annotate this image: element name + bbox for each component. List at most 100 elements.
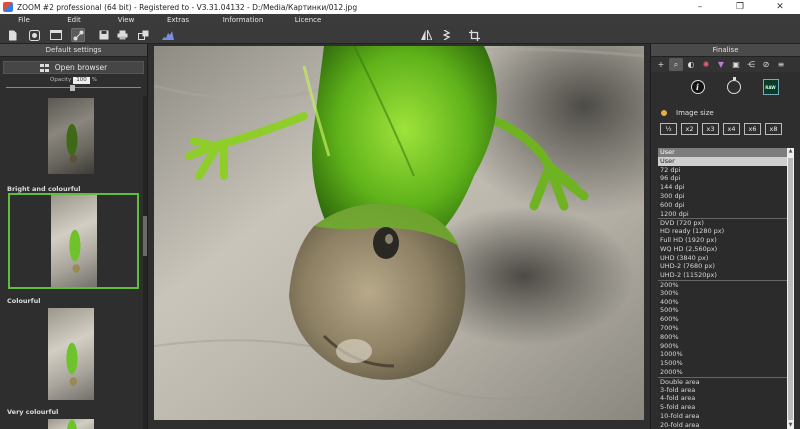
file-icon[interactable]	[5, 28, 19, 42]
size-list-item[interactable]: 800%	[658, 333, 787, 342]
preset-item-bright-and-colourful[interactable]: Bright and colourful	[0, 183, 142, 289]
size-list-item[interactable]: 10-fold area	[658, 412, 787, 421]
size-list-item[interactable]: DVD (720 px)	[658, 218, 787, 227]
preset-label: Very colourful	[7, 408, 59, 416]
preset-item-default[interactable]	[0, 96, 142, 174]
preset-list: Bright and colourful Colourful Very colo…	[0, 96, 142, 429]
size-list-item[interactable]: HD ready (1280 px)	[658, 227, 787, 236]
size-list-item[interactable]: UHD (3840 px)	[658, 254, 787, 263]
menu-view[interactable]: View	[100, 16, 152, 24]
preset-item-very-colourful[interactable]: Very colourful	[0, 406, 142, 429]
size-list-item[interactable]: 3-fold area	[658, 386, 787, 395]
size-list-item[interactable]: 200%	[658, 279, 787, 289]
crop-icon[interactable]	[467, 28, 481, 42]
filter-icon[interactable]: ▣	[729, 58, 743, 71]
print-icon[interactable]	[115, 28, 129, 42]
lizard-photo[interactable]	[154, 46, 644, 420]
size-list-item[interactable]: 1200 dpi	[658, 210, 787, 219]
size-list-item[interactable]: WQ HD (2,560px)	[658, 245, 787, 254]
menu-icon[interactable]: ≡	[774, 58, 788, 71]
selected-preset-frame[interactable]	[8, 193, 139, 289]
share-icon[interactable]: ⋲	[744, 58, 758, 71]
open-browser-button[interactable]: Open browser	[3, 61, 144, 74]
plus-icon[interactable]: +	[654, 58, 668, 71]
zoom-icon[interactable]: ⌕	[669, 58, 683, 71]
size-list-item[interactable]: 300 dpi	[658, 192, 787, 201]
finalise-toolbar: + ⌕ ◐ ✺ ▼ ▣ ⋲ ⊘ ≡	[651, 57, 800, 72]
size-list-item[interactable]: 300%	[658, 289, 787, 298]
finalise-panel-title: Finalise	[651, 44, 800, 57]
size-list-header: User	[658, 148, 787, 157]
scale-button-x6[interactable]: x6	[744, 123, 761, 135]
magic-icon[interactable]: ⊘	[759, 58, 773, 71]
app-icon	[3, 2, 13, 12]
rotate-icon[interactable]	[440, 28, 454, 42]
title-bar: ZOOM #2 professional (64 bit) - Register…	[0, 0, 800, 14]
preset-thumbnail[interactable]	[48, 98, 94, 174]
preset-thumbnail[interactable]	[48, 419, 94, 429]
size-list-scrollbar-thumb[interactable]	[788, 158, 793, 420]
batch-icon[interactable]	[136, 28, 150, 42]
slider-knob[interactable]	[70, 85, 75, 91]
scroll-up-icon[interactable]: ▲	[787, 148, 794, 155]
scroll-down-icon[interactable]: ▼	[787, 422, 794, 429]
opacity-row: Opacity 100 %	[0, 75, 147, 85]
size-list-item[interactable]: 1000%	[658, 350, 787, 359]
scale-button-x3[interactable]: x3	[702, 123, 719, 135]
opacity-value[interactable]: 100	[73, 76, 90, 84]
size-list-item[interactable]: Full HD (1920 px)	[658, 236, 787, 245]
nodes-icon[interactable]	[71, 28, 85, 42]
size-list-item[interactable]: 700%	[658, 324, 787, 333]
scale-button-x2[interactable]: x2	[681, 123, 698, 135]
size-list-item[interactable]: 500%	[658, 306, 787, 315]
eye-icon[interactable]	[27, 28, 41, 42]
preset-scrollbar[interactable]	[143, 96, 147, 429]
size-list-item[interactable]: UHD-2 (7680 px)	[658, 262, 787, 271]
timer-icon[interactable]	[726, 77, 741, 94]
presets-panel-title: Default settings	[0, 44, 147, 57]
preset-item-colourful[interactable]: Colourful	[0, 295, 142, 400]
maximize-button[interactable]: ❐	[720, 0, 760, 14]
size-list-item[interactable]: 900%	[658, 342, 787, 351]
finalise-panel: Finalise + ⌕ ◐ ✺ ▼ ▣ ⋲ ⊘ ≡ i RAW Image s…	[650, 44, 800, 429]
opacity-slider[interactable]	[6, 85, 141, 91]
close-button[interactable]: ✕	[760, 0, 800, 14]
color-wheel-icon[interactable]: ✺	[699, 58, 713, 71]
size-list-item[interactable]: 600%	[658, 315, 787, 324]
size-list-item[interactable]: Double area	[658, 376, 787, 386]
size-list-item[interactable]: 600 dpi	[658, 201, 787, 210]
menu-information[interactable]: Information	[204, 16, 282, 24]
circle-half-icon[interactable]: ◐	[684, 58, 698, 71]
size-list-item[interactable]: 96 dpi	[658, 174, 787, 183]
size-list-item[interactable]: 5-fold area	[658, 403, 787, 412]
menu-licence[interactable]: Licence	[282, 16, 334, 24]
preset-thumbnail[interactable]	[48, 308, 94, 400]
preset-scrollbar-thumb[interactable]	[143, 216, 147, 256]
size-list-item[interactable]: 400%	[658, 298, 787, 307]
triangle-icon[interactable]: ▼	[714, 58, 728, 71]
scale-button-x4[interactable]: x4	[723, 123, 740, 135]
minimize-button[interactable]: –	[680, 0, 720, 14]
scale-button-x8[interactable]: x8	[765, 123, 782, 135]
scale-button-half[interactable]: ½	[660, 123, 677, 135]
size-list-item[interactable]: 1500%	[658, 359, 787, 368]
raw-icon[interactable]: RAW	[762, 79, 779, 95]
size-list-item[interactable]: User	[658, 156, 787, 166]
size-list-item[interactable]: 72 dpi	[658, 166, 787, 175]
save-icon[interactable]	[97, 28, 111, 42]
size-list-item[interactable]: 144 dpi	[658, 183, 787, 192]
menu-edit[interactable]: Edit	[48, 16, 100, 24]
size-list-item[interactable]: 20-fold area	[658, 421, 787, 429]
size-list-item[interactable]: UHD-2 (11520px)	[658, 271, 787, 280]
preset-label: Colourful	[7, 297, 41, 305]
size-list-item[interactable]: 4-fold area	[658, 394, 787, 403]
size-list-item[interactable]: 2000%	[658, 368, 787, 377]
histogram-icon[interactable]	[161, 28, 175, 42]
info-icon[interactable]: i	[690, 80, 705, 94]
menu-file[interactable]: File	[0, 16, 48, 24]
mirror-icon[interactable]	[419, 28, 433, 42]
size-list-scrollbar[interactable]: ▲ ▼	[787, 148, 794, 429]
menu-extras[interactable]: Extras	[152, 16, 204, 24]
lizard-thumbnail-image	[48, 419, 94, 429]
window-icon[interactable]	[49, 28, 63, 42]
